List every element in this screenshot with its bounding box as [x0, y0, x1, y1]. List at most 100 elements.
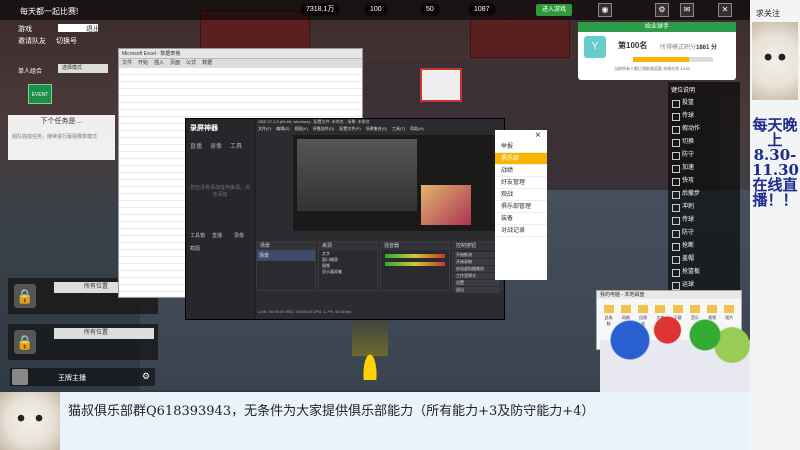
spreadsheet-tab[interactable]: 开始 [138, 59, 148, 68]
spreadsheet-tab[interactable]: 文件 [122, 59, 132, 68]
task-panel: 下个任务是… 组队完成任务，继续进行最强赛季模式 [8, 115, 115, 160]
obs-status: LIVE: 00:00:00 REC: 00:00:00 CPU: 1.7%, … [258, 309, 352, 314]
dialog-item[interactable]: 对战记录 [495, 225, 547, 237]
recorder-action-button[interactable]: 直播 [212, 232, 228, 239]
recorder-hint: 您还没有添加任何来源，点击添加 [190, 185, 251, 198]
key-guide-row: 抢断 [668, 240, 740, 253]
close-icon[interactable]: ✕ [718, 3, 732, 17]
rank-note: 当前所有人都已领取周奖励 本周任务 1/100 [614, 66, 691, 71]
obs-menu-item[interactable]: 停靠部件(D) [313, 126, 335, 133]
key-guide-row: 防守 [668, 227, 740, 240]
camera-icon[interactable]: ◉ [598, 3, 612, 17]
recording-software[interactable]: 录屏神器 直播 录像 工具 您还没有添加任何来源，点击添加 工具箱 直播 录像 截图 OB… [185, 118, 505, 320]
schedule-text: 每天晚上8.30-11.30在线直播！！ [752, 116, 799, 209]
explorer-title: 我的电脑 - 本地磁盘 [597, 291, 741, 299]
recorder-action-button[interactable]: 工具箱 [190, 232, 206, 239]
dialog-item[interactable]: 战绩 [495, 165, 547, 177]
task-body: 组队完成任务，继续进行最强赛季模式 [12, 134, 98, 140]
obs-window[interactable]: OBS 27.1.3 (64-bit, windows) - 配置文件: 未命名… [256, 119, 504, 319]
mixer-meter [385, 262, 445, 266]
key-guide-row: 切换 [668, 136, 740, 149]
dock-scenes[interactable]: 场景 场景 [256, 241, 316, 291]
recorder-tab[interactable]: 工具 [230, 141, 242, 150]
dialog-item[interactable]: 观战 [495, 189, 547, 201]
gear-icon[interactable]: ⚙ [142, 371, 150, 382]
key-guide-row: 快攻 [668, 175, 740, 188]
spreadsheet-tab[interactable]: 公式 [186, 59, 196, 68]
dialog-item[interactable]: 俱乐部管理 [495, 201, 547, 213]
currency-gold: 7318.1万 [300, 3, 341, 16]
obs-preview [293, 135, 503, 231]
recorder-action-button[interactable]: 录像 [234, 232, 250, 239]
currency-gem: 50 [420, 3, 440, 16]
anime-characters-overlay [600, 300, 750, 400]
mode-select[interactable]: 选择模式 [58, 64, 108, 73]
menu-item-exit[interactable]: 退出 [86, 24, 100, 34]
team-slot[interactable]: 🔒 所有位置 [8, 324, 158, 360]
preview-capture [297, 139, 417, 211]
source-item[interactable]: 显示器采集 [322, 269, 374, 275]
control-button[interactable]: 工作室模式 [454, 273, 500, 279]
dock-scenes-title: 场景 [257, 242, 315, 250]
key-guide-row: 假动作 [668, 123, 740, 136]
obs-title: OBS 27.1.3 (64-bit, windows) - 配置文件: 未命名… [258, 119, 370, 124]
slot-position[interactable]: 所有位置 [54, 328, 154, 339]
control-button[interactable]: 开始录制 [454, 259, 500, 265]
key-guide-row: 防守 [668, 149, 740, 162]
recorder-tab[interactable]: 录像 [210, 141, 222, 150]
building-right [470, 18, 570, 58]
currency-point: 1087 [468, 3, 496, 16]
recorder-sidebar: 录屏神器 直播 录像 工具 您还没有添加任何来源，点击添加 工具箱 直播 录像 截图 [186, 119, 254, 319]
dock-sources-title: 来源 [319, 242, 377, 250]
spreadsheet-title: Microsoft Excel - 数据表格 [119, 49, 362, 59]
scene-item[interactable]: 场景 [257, 250, 315, 261]
menu-item-game[interactable]: 游戏 [18, 24, 32, 34]
dock-sources[interactable]: 来源 文字 窗口捕获 图像 显示器采集 [318, 241, 378, 291]
dialog-item[interactable]: 俱乐部 [495, 153, 547, 165]
user-bar[interactable]: 王牌主播 ⚙ [10, 368, 155, 386]
dialog-close-icon[interactable]: × [495, 130, 547, 141]
control-button[interactable]: 启动虚拟摄像机 [454, 266, 500, 272]
cat-image [752, 22, 798, 100]
dock-mixer[interactable]: 混音器 [380, 241, 450, 291]
avatar [12, 369, 28, 385]
obs-menu-item[interactable]: 文件(F) [258, 126, 271, 133]
mail-icon[interactable]: ✉ [680, 3, 694, 17]
enter-game-button[interactable]: 进入游戏 [536, 4, 572, 16]
basketball-hoop [420, 68, 462, 102]
obs-menu-item[interactable]: 视图(V) [294, 126, 307, 133]
menu-item-switch[interactable]: 切换号 [56, 36, 77, 46]
context-dialog[interactable]: × 举报 俱乐部 战绩 好友管理 观战 俱乐部管理 装备 对战记录 [495, 130, 547, 280]
spreadsheet-tab[interactable]: 数据 [202, 59, 212, 68]
obs-menu-item[interactable]: 帮助(H) [410, 126, 424, 133]
settings-icon[interactable]: ⚙ [655, 3, 669, 17]
rank-card[interactable]: 始业球手 Y 第100名 所得模式积分 1861 分 当前所有人都已领取周奖励 … [578, 22, 736, 80]
cat-image [0, 392, 60, 450]
control-button[interactable]: 设置 [454, 280, 500, 286]
obs-menu-item[interactable]: 场景集合(S) [366, 126, 387, 133]
obs-menu-item[interactable]: 编辑(E) [276, 126, 289, 133]
user-name: 王牌主播 [58, 375, 86, 382]
mixer-meter [385, 254, 445, 258]
obs-menu-item[interactable]: 配置文件(P) [339, 126, 360, 133]
recorder-action-button[interactable]: 截图 [190, 245, 206, 252]
dialog-item[interactable]: 举报 [495, 141, 547, 153]
menu-item-invite[interactable]: 邀请队友 [18, 36, 46, 46]
spreadsheet-tab[interactable]: 页面 [170, 59, 180, 68]
obs-menu-item[interactable]: 工具(T) [392, 126, 405, 133]
control-button[interactable]: 开始推流 [454, 252, 500, 258]
dock-controls-title: 控制按钮 [453, 242, 501, 250]
key-guide-row: 加速 [668, 162, 740, 175]
follow-text: 求关注 [756, 9, 780, 18]
lock-icon: 🔒 [14, 330, 36, 354]
rank-progress [633, 57, 713, 62]
key-guide-row: 传球 [668, 110, 740, 123]
recorder-tab[interactable]: 直播 [190, 141, 202, 150]
dock-mixer-title: 混音器 [381, 242, 449, 250]
event-badge[interactable]: EVENT [28, 84, 52, 104]
dialog-item[interactable]: 好友管理 [495, 177, 547, 189]
rank-badge-icon: Y [584, 36, 606, 58]
spreadsheet-tab[interactable]: 插入 [154, 59, 164, 68]
control-button[interactable]: 退出 [454, 287, 500, 293]
dialog-item[interactable]: 装备 [495, 213, 547, 225]
